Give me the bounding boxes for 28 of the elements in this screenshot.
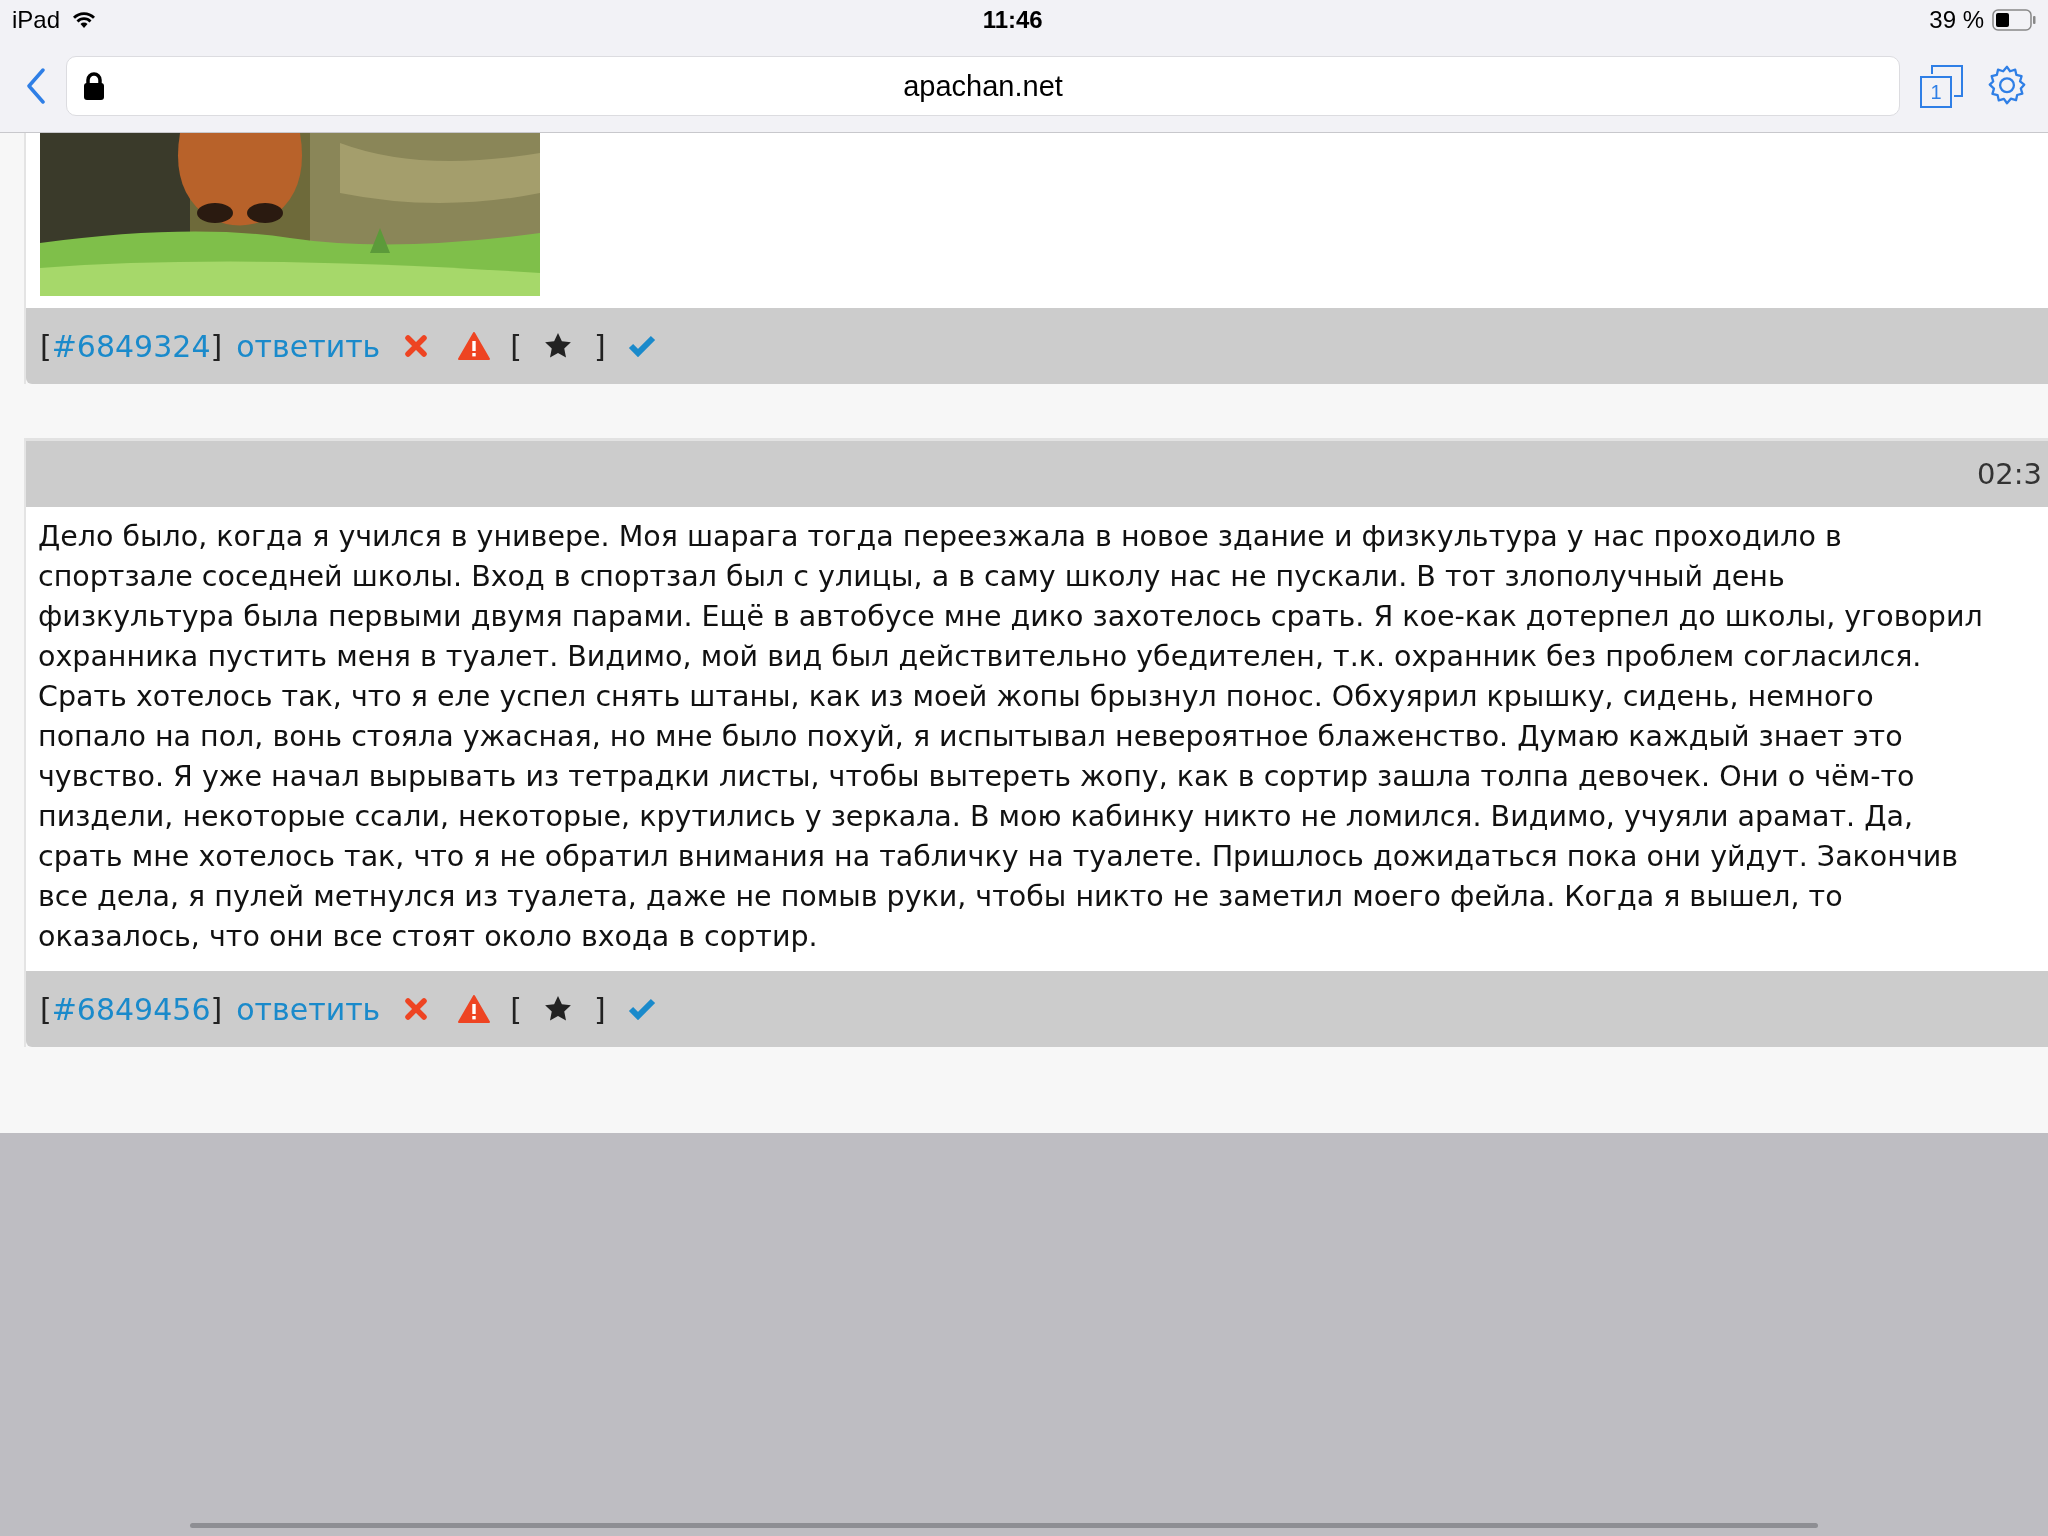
post-text: Дело было, когда я учился в универе. Моя шарага тогда переезжала в новое здание и физкультура у нас проходило в спортзале соседней школы. Вход в спортзал был с улицы, а в саму школу нас не пускали. В тот злополучный день физкультура была первыми двумя парами. Ещё в автобусе мне дико захотелось срать. Я кое-как дотерпел до школы, уговорил охранника пустить меня в туалет. Видимо, мой вид был действительно убедителен, т.к. охранник без проблем согласился. Срать хотелось так, что я еле успел снять штаны, как из моей жопы брызнул понос. Обхуярил крышку, сидень, немного попало на пол, вонь стояла ужасная, но мне было похуй, я испытывал невероятное блаженство. Думаю каждый знает это чувство. Я уже начал вырывать из тетрадки листы, чтобы вытереть жопу, как в сортир зашла толпа девочек. Они о чём-то пиздели, некоторые ссали, некоторые, крутились у зеркала. В мою кабинку никто не ломился. Видимо, учуяли арамат. Да, срать мне хотелось так, что я не обратил внимания на табличку на туалете. Пришлось дожидаться пока они уйдут. Закончив все дела, я пулей метнулся из туалета, даже не помыв руки, чтобы никто не заметил моего фейла. Когда я вышел, то оказалось, что они все стоят около входа в сортир.: [26, 507, 2048, 971]
bracket-text: ]: [210, 991, 223, 1027]
clock: 11:46: [982, 6, 1043, 34]
bracket-text: [: [510, 991, 522, 1027]
device-name: iPad: [12, 6, 61, 34]
bracket-text: [: [40, 991, 52, 1027]
cross-icon[interactable]: [404, 997, 429, 1021]
check-icon[interactable]: [627, 335, 656, 357]
check-icon[interactable]: [627, 998, 656, 1020]
reply-link[interactable]: ответить: [236, 328, 381, 364]
battery-icon: [1992, 9, 2036, 31]
post-time: 02:3: [1976, 457, 2042, 491]
back-icon[interactable]: [26, 68, 46, 104]
cross-icon[interactable]: [404, 334, 429, 358]
address-bar[interactable]: apachan.net: [66, 56, 1900, 116]
wifi-icon: [72, 11, 97, 29]
lock-icon: [83, 71, 105, 101]
battery-percent: 39 %: [1929, 6, 1984, 34]
bracket-text: [: [40, 328, 52, 364]
bracket-text: ]: [594, 328, 606, 364]
post-number-link[interactable]: #6849456: [51, 991, 211, 1027]
bracket-text: ]: [210, 328, 223, 364]
warning-icon[interactable]: [458, 332, 491, 360]
warning-icon[interactable]: [458, 995, 491, 1023]
bracket-text: ]: [594, 991, 606, 1027]
post-number-link[interactable]: #6849324: [51, 328, 211, 364]
bracket-text: [: [510, 328, 522, 364]
reply-link[interactable]: ответить: [236, 991, 381, 1027]
